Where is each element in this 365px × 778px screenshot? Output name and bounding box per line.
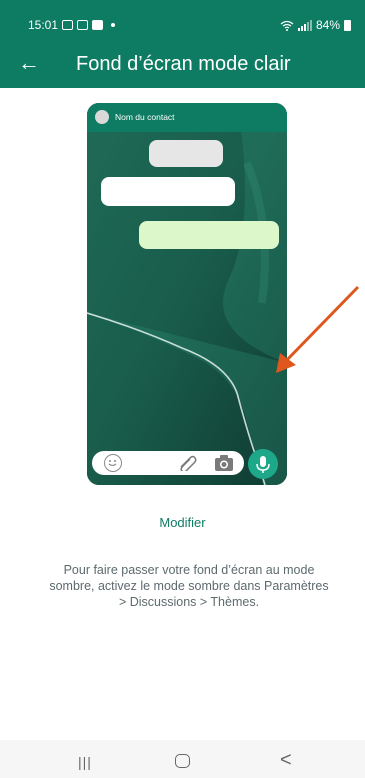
- status-bar: 15:01 84%: [0, 0, 365, 42]
- status-time: 15:01: [28, 18, 59, 32]
- preview-date-bubble: [149, 140, 223, 167]
- flipboard-icon: [92, 20, 104, 30]
- gmail-icon: [77, 20, 89, 30]
- wifi-icon: [280, 20, 294, 31]
- battery-percentage: 84%: [315, 18, 340, 32]
- camera-icon: [215, 455, 233, 471]
- annotation-arrow-icon: [276, 285, 360, 373]
- recent-apps-button[interactable]: |||: [78, 754, 92, 770]
- paperclip-icon: [180, 455, 197, 471]
- system-navigation-bar: ||| <: [0, 740, 365, 778]
- gallery-icon: [62, 20, 74, 30]
- microphone-icon: [248, 449, 278, 479]
- status-left: 15:01: [28, 18, 116, 32]
- page-title: Fond d’écran mode clair: [76, 53, 291, 75]
- home-button[interactable]: [175, 754, 190, 768]
- preview-input-bar: [92, 451, 244, 475]
- app-bar: ← Fond d’écran mode clair: [0, 42, 365, 88]
- dark-mode-info-text: Pour faire passer votre fond d’écran au …: [49, 563, 329, 609]
- modify-button[interactable]: Modifier: [0, 515, 365, 530]
- arrow-left-icon[interactable]: ←: [18, 50, 40, 76]
- contact-name: Nom du contact: [115, 112, 175, 122]
- preview-incoming-bubble: [101, 177, 235, 206]
- signal-icon: [297, 19, 312, 31]
- avatar: [95, 110, 109, 124]
- back-button[interactable]: <: [280, 749, 292, 772]
- preview-chat-header: Nom du contact: [87, 103, 287, 132]
- preview-outgoing-bubble: [139, 221, 279, 249]
- emoji-icon: [104, 454, 122, 472]
- wallpaper-preview: Nom du contact: [87, 103, 287, 485]
- status-right: 84%: [280, 18, 351, 32]
- battery-icon: [344, 19, 351, 31]
- notification-dot-icon: [111, 23, 116, 27]
